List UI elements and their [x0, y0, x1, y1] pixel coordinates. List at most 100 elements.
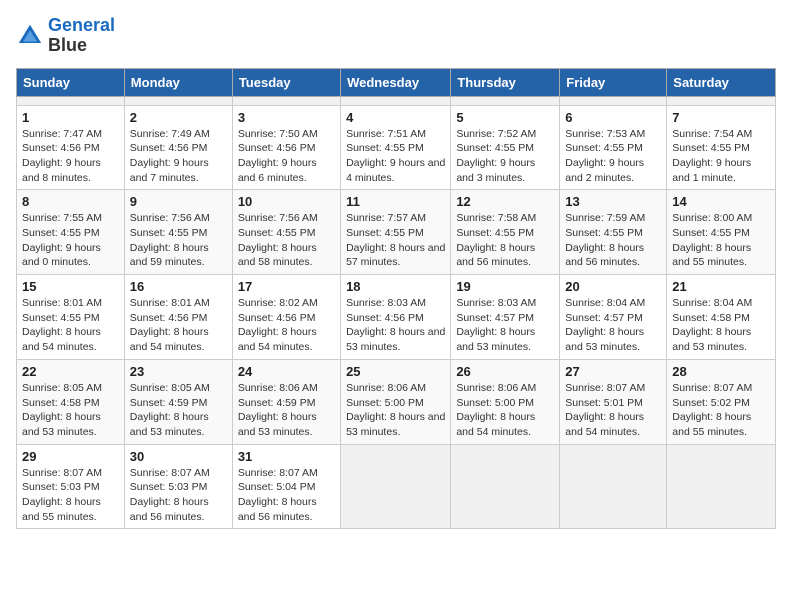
day-cell: 16 Sunrise: 8:01 AM Sunset: 4:56 PM Dayli…: [124, 275, 232, 360]
day-cell: 4 Sunrise: 7:51 AM Sunset: 4:55 PM Daylig…: [341, 105, 451, 190]
day-cell: 20Sunrise: 8:04 AM Sunset: 4:57 PM Dayli…: [560, 275, 667, 360]
column-header-thursday: Thursday: [451, 68, 560, 96]
week-row-0: [17, 96, 776, 105]
week-row-5: 29 Sunrise: 8:07 AM Sunset: 5:03 PM Dayli…: [17, 444, 776, 529]
day-number: 31: [238, 449, 335, 464]
week-row-3: 15 Sunrise: 8:01 AM Sunset: 4:55 PM Dayli…: [17, 275, 776, 360]
day-cell: 5Sunrise: 7:52 AM Sunset: 4:55 PM Daylig…: [451, 105, 560, 190]
day-number: 29: [22, 449, 119, 464]
day-detail: Sunrise: 7:50 AM Sunset: 4:56 PM Dayligh…: [238, 127, 335, 186]
day-cell: [341, 444, 451, 529]
day-cell: 24 Sunrise: 8:06 AM Sunset: 4:59 PM Dayli…: [232, 359, 340, 444]
day-number: 22: [22, 364, 119, 379]
day-cell: 9 Sunrise: 7:56 AM Sunset: 4:55 PM Daylig…: [124, 190, 232, 275]
day-number: 13: [565, 194, 661, 209]
day-detail: Sunrise: 8:07 AM Sunset: 5:03 PM Dayligh…: [22, 466, 119, 525]
day-cell: 11 Sunrise: 7:57 AM Sunset: 4:55 PM Dayli…: [341, 190, 451, 275]
day-detail: Sunrise: 8:05 AM Sunset: 4:59 PM Dayligh…: [130, 381, 227, 440]
column-headers: SundayMondayTuesdayWednesdayThursdayFrid…: [17, 68, 776, 96]
day-detail: Sunrise: 8:05 AM Sunset: 4:58 PM Dayligh…: [22, 381, 119, 440]
day-cell: 23 Sunrise: 8:05 AM Sunset: 4:59 PM Dayli…: [124, 359, 232, 444]
day-number: 25: [346, 364, 445, 379]
day-detail: Sunrise: 7:56 AM Sunset: 4:55 PM Dayligh…: [238, 211, 335, 270]
day-number: 14: [672, 194, 770, 209]
day-number: 2: [130, 110, 227, 125]
column-header-monday: Monday: [124, 68, 232, 96]
day-cell: 7 Sunrise: 7:54 AM Sunset: 4:55 PM Daylig…: [667, 105, 776, 190]
day-number: 4: [346, 110, 445, 125]
day-number: 9: [130, 194, 227, 209]
day-detail: Sunrise: 7:54 AM Sunset: 4:55 PM Dayligh…: [672, 127, 770, 186]
page-header: GeneralBlue: [16, 16, 776, 56]
day-cell: 27 Sunrise: 8:07 AM Sunset: 5:01 PM Dayli…: [560, 359, 667, 444]
day-cell: [232, 96, 340, 105]
day-number: 11: [346, 194, 445, 209]
day-cell: [341, 96, 451, 105]
day-detail: Sunrise: 7:53 AM Sunset: 4:55 PM Dayligh…: [565, 127, 661, 186]
day-detail: Sunrise: 8:07 AM Sunset: 5:02 PM Dayligh…: [672, 381, 770, 440]
day-detail: Sunrise: 7:47 AM Sunset: 4:56 PM Dayligh…: [22, 127, 119, 186]
day-number: 3: [238, 110, 335, 125]
day-number: 26: [456, 364, 554, 379]
week-row-1: 1 Sunrise: 7:47 AM Sunset: 4:56 PM Daylig…: [17, 105, 776, 190]
day-cell: 21Sunrise: 8:04 AM Sunset: 4:58 PM Dayli…: [667, 275, 776, 360]
day-cell: 19Sunrise: 8:03 AM Sunset: 4:57 PM Dayli…: [451, 275, 560, 360]
day-detail: Sunrise: 7:59 AM Sunset: 4:55 PM Dayligh…: [565, 211, 661, 270]
day-number: 16: [130, 279, 227, 294]
day-cell: 29 Sunrise: 8:07 AM Sunset: 5:03 PM Dayli…: [17, 444, 125, 529]
day-number: 8: [22, 194, 119, 209]
day-cell: 8Sunrise: 7:55 AM Sunset: 4:55 PM Daylig…: [17, 190, 125, 275]
day-number: 24: [238, 364, 335, 379]
day-number: 23: [130, 364, 227, 379]
day-detail: Sunrise: 8:04 AM Sunset: 4:57 PM Dayligh…: [565, 296, 661, 355]
day-detail: Sunrise: 8:00 AM Sunset: 4:55 PM Dayligh…: [672, 211, 770, 270]
day-cell: [560, 444, 667, 529]
day-cell: 17Sunrise: 8:02 AM Sunset: 4:56 PM Dayli…: [232, 275, 340, 360]
day-detail: Sunrise: 8:01 AM Sunset: 4:56 PM Dayligh…: [130, 296, 227, 355]
day-cell: 6 Sunrise: 7:53 AM Sunset: 4:55 PM Daylig…: [560, 105, 667, 190]
day-number: 19: [456, 279, 554, 294]
day-cell: 15 Sunrise: 8:01 AM Sunset: 4:55 PM Dayli…: [17, 275, 125, 360]
day-detail: Sunrise: 8:06 AM Sunset: 5:00 PM Dayligh…: [346, 381, 445, 440]
day-cell: 28 Sunrise: 8:07 AM Sunset: 5:02 PM Dayli…: [667, 359, 776, 444]
day-detail: Sunrise: 7:51 AM Sunset: 4:55 PM Dayligh…: [346, 127, 445, 186]
day-cell: [17, 96, 125, 105]
day-detail: Sunrise: 8:01 AM Sunset: 4:55 PM Dayligh…: [22, 296, 119, 355]
day-detail: Sunrise: 8:07 AM Sunset: 5:03 PM Dayligh…: [130, 466, 227, 525]
day-cell: [451, 96, 560, 105]
day-detail: Sunrise: 8:06 AM Sunset: 4:59 PM Dayligh…: [238, 381, 335, 440]
day-cell: [124, 96, 232, 105]
day-detail: Sunrise: 7:57 AM Sunset: 4:55 PM Dayligh…: [346, 211, 445, 270]
column-header-sunday: Sunday: [17, 68, 125, 96]
logo-icon: [16, 22, 44, 50]
column-header-wednesday: Wednesday: [341, 68, 451, 96]
day-cell: 14 Sunrise: 8:00 AM Sunset: 4:55 PM Dayli…: [667, 190, 776, 275]
day-number: 30: [130, 449, 227, 464]
day-cell: 18Sunrise: 8:03 AM Sunset: 4:56 PM Dayli…: [341, 275, 451, 360]
day-number: 18: [346, 279, 445, 294]
day-cell: 1 Sunrise: 7:47 AM Sunset: 4:56 PM Daylig…: [17, 105, 125, 190]
day-detail: Sunrise: 8:07 AM Sunset: 5:01 PM Dayligh…: [565, 381, 661, 440]
day-number: 6: [565, 110, 661, 125]
day-number: 21: [672, 279, 770, 294]
column-header-friday: Friday: [560, 68, 667, 96]
day-detail: Sunrise: 7:58 AM Sunset: 4:55 PM Dayligh…: [456, 211, 554, 270]
day-cell: 25 Sunrise: 8:06 AM Sunset: 5:00 PM Dayli…: [341, 359, 451, 444]
day-number: 12: [456, 194, 554, 209]
day-number: 1: [22, 110, 119, 125]
day-cell: 22 Sunrise: 8:05 AM Sunset: 4:58 PM Dayli…: [17, 359, 125, 444]
day-detail: Sunrise: 8:02 AM Sunset: 4:56 PM Dayligh…: [238, 296, 335, 355]
day-cell: 13 Sunrise: 7:59 AM Sunset: 4:55 PM Dayli…: [560, 190, 667, 275]
day-cell: [667, 96, 776, 105]
day-number: 27: [565, 364, 661, 379]
day-detail: Sunrise: 7:49 AM Sunset: 4:56 PM Dayligh…: [130, 127, 227, 186]
day-cell: [667, 444, 776, 529]
day-number: 7: [672, 110, 770, 125]
column-header-saturday: Saturday: [667, 68, 776, 96]
day-detail: Sunrise: 8:07 AM Sunset: 5:04 PM Dayligh…: [238, 466, 335, 525]
day-number: 15: [22, 279, 119, 294]
day-number: 28: [672, 364, 770, 379]
day-cell: 12 Sunrise: 7:58 AM Sunset: 4:55 PM Dayli…: [451, 190, 560, 275]
day-detail: Sunrise: 7:56 AM Sunset: 4:55 PM Dayligh…: [130, 211, 227, 270]
logo: GeneralBlue: [16, 16, 115, 56]
